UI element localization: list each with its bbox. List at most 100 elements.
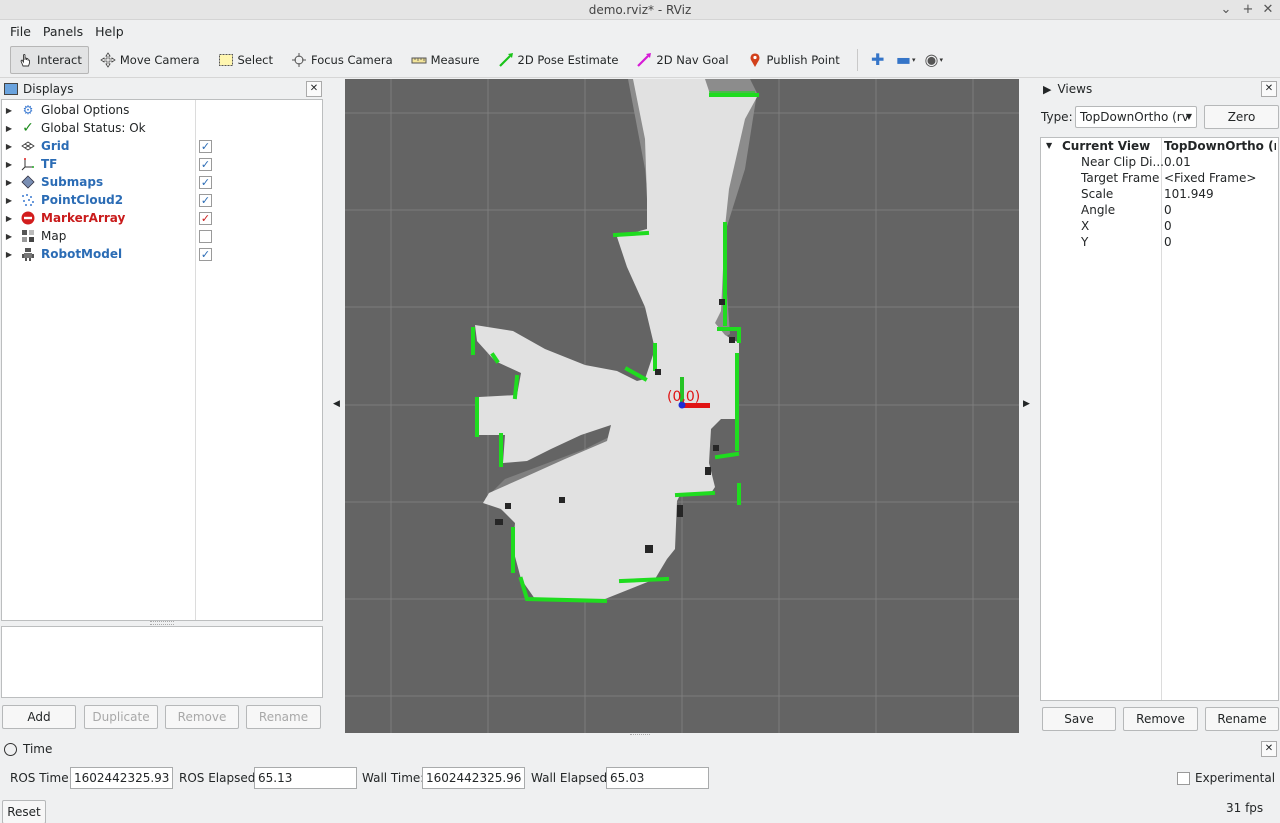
view-prop-row[interactable]: Y 0	[1041, 234, 1278, 250]
experimental-checkbox[interactable]	[1177, 772, 1190, 785]
grid-enable-checkbox[interactable]: ✓	[199, 139, 212, 153]
view-prop-row[interactable]: Scale 101.949	[1041, 186, 1278, 202]
viewport-splitter-handle[interactable]	[630, 734, 650, 737]
remove-view-button[interactable]: Remove	[1123, 707, 1198, 731]
current-view-row[interactable]: ▼ Current View TopDownOrtho (rv...	[1041, 138, 1278, 154]
display-item-label: Map	[41, 229, 67, 243]
views-panel-header: ▶ Views ✕	[1041, 80, 1279, 98]
display-item-submaps[interactable]: ▶ Submaps ✓	[2, 173, 322, 191]
ros-elapsed-field[interactable]: 65.13	[254, 767, 357, 789]
display-item-label: RobotModel	[41, 247, 123, 261]
clock-icon	[4, 742, 17, 756]
expand-arrow-icon[interactable]: ▶	[2, 160, 16, 169]
publish-point-label: Publish Point	[766, 52, 840, 67]
reset-button[interactable]: Reset	[2, 800, 46, 823]
display-item-pointcloud2[interactable]: ▶ PointCloud2 ✓	[2, 191, 322, 209]
add-tool-plus-icon[interactable]: ✚	[864, 46, 892, 74]
focus-camera-tool-button[interactable]: Focus Camera	[284, 46, 400, 74]
map-enable-checkbox[interactable]	[199, 229, 212, 243]
remove-display-button[interactable]: Remove	[165, 705, 239, 729]
expand-arrow-icon[interactable]: ▶	[2, 142, 16, 151]
pointcloud2-enable-checkbox[interactable]: ✓	[199, 193, 212, 207]
close-window-icon[interactable]: ✕	[1258, 0, 1278, 20]
prop-value: 101.949	[1164, 187, 1214, 201]
minimize-icon[interactable]: ⌄	[1216, 0, 1236, 20]
display-item-markerarray[interactable]: ▶ MarkerArray ✓	[2, 209, 322, 227]
wall-time-field[interactable]: 1602442325.96	[422, 767, 525, 789]
tf-enable-checkbox[interactable]: ✓	[199, 157, 212, 171]
robotmodel-enable-checkbox[interactable]: ✓	[199, 247, 212, 261]
expand-arrow-icon[interactable]: ▶	[2, 214, 16, 223]
zero-view-button[interactable]: Zero	[1204, 105, 1279, 129]
views-tree: ▼ Current View TopDownOrtho (rv... Near …	[1040, 137, 1279, 701]
expand-arrow-icon[interactable]: ▶	[2, 178, 16, 187]
ros-time-field[interactable]: 1602442325.93	[70, 767, 173, 789]
rename-display-button[interactable]: Rename	[246, 705, 321, 729]
current-view-value: TopDownOrtho (rv...	[1164, 139, 1276, 153]
prop-value: 0.01	[1164, 155, 1191, 169]
eye-icon[interactable]: ◉ ▾	[920, 46, 948, 74]
display-item-grid[interactable]: ▶ Grid ✓	[2, 137, 322, 155]
wall-elapsed-field[interactable]: 65.03	[606, 767, 709, 789]
display-item-robotmodel[interactable]: ▶ RobotModel ✓	[2, 245, 322, 263]
collapse-arrow-icon[interactable]: ▼	[1046, 138, 1052, 154]
move-camera-tool-button[interactable]: Move Camera	[93, 46, 207, 74]
chevron-down-icon: ▼	[1185, 112, 1192, 121]
displays-panel-header: Displays ✕	[2, 80, 324, 98]
toolbar-separator	[856, 48, 858, 71]
expand-arrow-icon[interactable]: ▶	[2, 232, 16, 241]
view-prop-row[interactable]: Target Frame <Fixed Frame>	[1041, 170, 1278, 186]
view-type-select[interactable]: TopDownOrtho (rv ▼	[1075, 106, 1197, 128]
view-prop-row[interactable]: Near Clip Di... 0.01	[1041, 154, 1278, 170]
displays-title: Displays	[23, 82, 74, 96]
current-view-key: Current View	[1062, 139, 1151, 153]
view-prop-row[interactable]: X 0	[1041, 218, 1278, 234]
nav-goal-tool-button[interactable]: 2D Nav Goal	[629, 46, 735, 74]
submaps-enable-checkbox[interactable]: ✓	[199, 175, 212, 189]
pose-estimate-tool-button[interactable]: 2D Pose Estimate	[491, 46, 626, 74]
add-display-button[interactable]: Add	[2, 705, 76, 729]
display-item-global-options[interactable]: ▶ ⚙ Global Options	[2, 101, 322, 119]
maximize-icon[interactable]: +	[1238, 0, 1258, 20]
collapse-right-arrow-icon[interactable]: ▶	[1023, 399, 1030, 409]
prop-key: Near Clip Di...	[1081, 155, 1164, 169]
menu-file[interactable]: File	[4, 24, 37, 39]
rename-view-button[interactable]: Rename	[1205, 707, 1279, 731]
markerarray-enable-checkbox[interactable]: ✓	[199, 211, 212, 225]
prop-key: Target Frame	[1081, 171, 1160, 185]
remove-tool-minus-icon[interactable]: ▬ ▾	[892, 46, 920, 74]
views-close-icon[interactable]: ✕	[1261, 81, 1277, 97]
prop-key: Angle	[1081, 203, 1116, 217]
monitor-icon	[4, 83, 18, 95]
view-type-value: TopDownOrtho (rv	[1080, 110, 1189, 124]
prop-key: Scale	[1081, 187, 1114, 201]
view-prop-row[interactable]: Angle 0	[1041, 202, 1278, 218]
menu-panels[interactable]: Panels	[37, 24, 89, 39]
interact-tool-button[interactable]: Interact	[10, 45, 89, 74]
expand-arrow-icon[interactable]: ▶	[2, 124, 16, 133]
time-close-icon[interactable]: ✕	[1261, 741, 1277, 757]
wall-elapsed-label: Wall Elapsed:	[531, 771, 612, 785]
expand-arrow-icon[interactable]: ▶	[2, 196, 16, 205]
displays-close-icon[interactable]: ✕	[306, 81, 322, 97]
collapse-left-arrow-icon[interactable]: ◀	[333, 399, 340, 409]
display-item-tf[interactable]: ▶ TF ✓	[2, 155, 322, 173]
ros-time-label: ROS Time:	[10, 771, 73, 785]
select-tool-button[interactable]: Select	[211, 46, 280, 74]
origin-label: (0,0)	[667, 389, 700, 405]
display-item-map[interactable]: ▶ Map	[2, 227, 322, 245]
duplicate-display-button[interactable]: Duplicate	[84, 705, 158, 729]
display-item-global-status[interactable]: ▶ ✓ Global Status: Ok	[2, 119, 322, 137]
robot-icon	[20, 246, 36, 262]
render-viewport[interactable]: (0,0)	[345, 79, 1019, 733]
expand-arrow-icon[interactable]: ▶	[2, 106, 16, 115]
interact-label: Interact	[37, 52, 82, 67]
hand-pointer-icon	[17, 52, 33, 68]
save-view-button[interactable]: Save	[1042, 707, 1116, 731]
displays-splitter-handle[interactable]	[150, 621, 174, 625]
prop-key: X	[1081, 219, 1090, 233]
measure-tool-button[interactable]: Measure	[404, 46, 487, 74]
menu-help[interactable]: Help	[89, 24, 130, 39]
expand-arrow-icon[interactable]: ▶	[2, 250, 16, 259]
publish-point-tool-button[interactable]: Publish Point	[740, 46, 847, 74]
